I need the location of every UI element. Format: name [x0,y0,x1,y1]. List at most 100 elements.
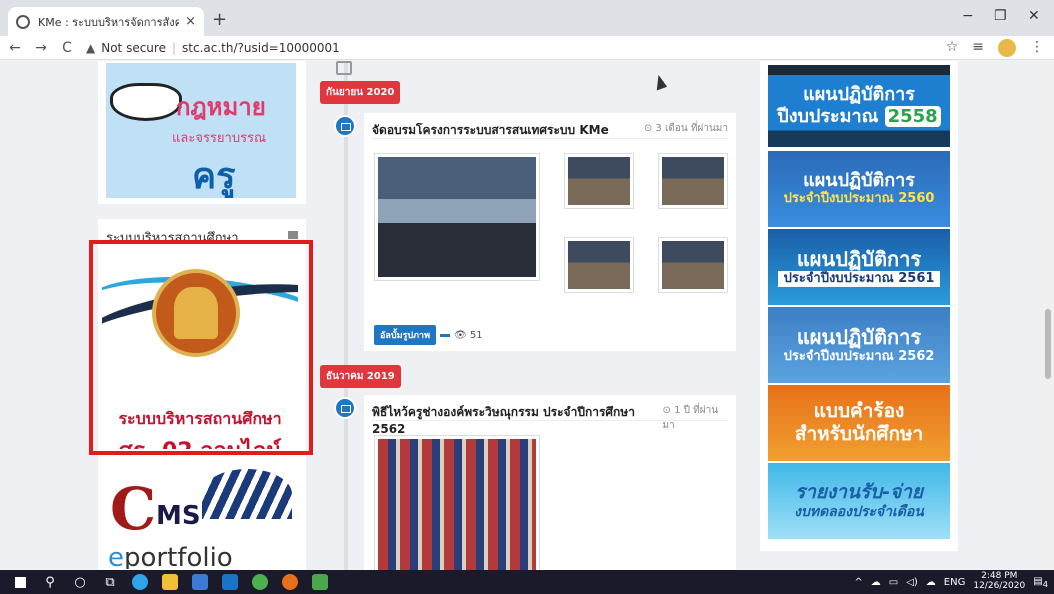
banner-line1: แผนปฏิบัติการ [796,246,922,271]
law-banner-line2: และจรรยาบรรณ [172,131,267,146]
student-request-form-banner[interactable]: แบบคำร้อง สำหรับนักศึกษา [768,385,950,461]
dash-divider [440,333,451,337]
star-icon[interactable]: ☆ [946,39,959,57]
onedrive-icon[interactable]: ☁ [926,577,936,588]
calendar-icon [336,61,352,75]
date-badge: กันยายน 2020 [320,81,401,104]
ems-logo-c: C [110,475,157,543]
toolbar-icons: ☆ ≡ ⋮ [946,39,1044,57]
language-indicator[interactable]: ENG [944,577,966,588]
chrome-icon[interactable] [250,572,270,592]
window-close-button[interactable]: ✕ [1028,8,1040,24]
post-time: ⊙ 3 เดือน ที่ผ่านมา [643,123,728,134]
post-photo[interactable] [374,153,540,281]
notification-count: 4 [1042,578,1048,589]
eportfolio-card: C MS eportfolio [98,463,306,570]
reading-list-icon[interactable]: ≡ [972,39,984,57]
mouse-cursor-icon [651,73,668,91]
edge-icon[interactable] [130,572,150,592]
banner-line2: ประจำปีงบประมาณ 2560 [783,191,935,207]
post-photo[interactable] [658,237,728,293]
banner-line1: แผนปฏิบัติการ [803,83,915,105]
weather-icon[interactable]: ☁ [871,577,881,588]
show-hidden-icons-icon[interactable]: ^ [854,577,862,588]
mail-icon[interactable] [220,572,240,592]
tab-close-button[interactable]: × [185,14,196,29]
action-plan-2558-banner[interactable]: แผนปฏิบัติการ ปีงบประมาณ 2558 [768,65,950,147]
browser-tab-strip: KMe : ระบบบริหารจัดการสังคมฐานค × + − ❐ … [0,0,1054,36]
law-ethics-banner[interactable]: กฎหมาย และจรรยาบรรณ ครู [106,63,296,198]
timeline-line [344,61,348,570]
image-icon [334,115,356,137]
post-photo[interactable] [658,153,728,209]
view-count: 👁 51 [454,329,483,341]
address-separator: | [171,40,177,55]
browser-tab[interactable]: KMe : ระบบบริหารจัดการสังคมฐานค × [8,7,204,36]
post-footer: อัลบั้มรูปภาพ 👁 51 [374,325,483,345]
date-badge: ธันวาคม 2019 [320,365,401,388]
banner-line1: แผนปฏิบัติการ [796,324,922,349]
eportfolio-banner[interactable]: C MS eportfolio [106,469,296,569]
image-icon [334,397,356,419]
reload-icon[interactable]: C [56,40,78,56]
firefox-icon[interactable] [280,572,300,592]
post-photo[interactable] [564,153,634,209]
law-banner-card: กฎหมาย และจรรยาบรรณ ครู [98,61,306,204]
eportfolio-e: e [108,543,124,569]
post-title[interactable]: พิธีไหว้ครูช่างองค์พระวิษณุกรรม ประจำปีก… [372,403,663,436]
volume-icon[interactable]: ◁) [906,577,918,588]
timeline-post: จัดอบรมโครงการระบบสารสนเทศระบบ KMe ⊙ 3 เ… [364,113,736,351]
tab-title: KMe : ระบบบริหารจัดการสังคมฐานค [38,15,180,29]
post-title[interactable]: จัดอบรมโครงการระบบสารสนเทศระบบ KMe [372,121,609,138]
notification-center-icon[interactable]: ▤4 [1033,576,1048,589]
window-restore-button[interactable]: ❐ [994,8,1007,24]
eportfolio-rest: portfolio [124,543,233,569]
globe-icon [16,14,30,29]
window-minimize-button[interactable]: − [962,8,974,24]
law-banner-line1: กฎหมาย [176,93,266,121]
banner-line1: แบบคำร้อง [813,400,905,423]
url-text: stc.ac.th/?usid=10000001 [182,40,340,55]
forward-arrow-icon[interactable]: → [30,40,52,56]
banner-line2-prefix: ปีงบประมาณ [777,106,885,128]
banner-line2: สำหรับนักศึกษา [794,423,924,445]
security-label: Not secure [101,40,166,55]
banner-line1: แผนปฏิบัติการ [803,169,915,191]
file-explorer-icon[interactable] [160,572,180,592]
action-plan-2561-banner[interactable]: แผนปฏิบัติการ ประจำปีงบประมาณ 2561 [768,229,950,305]
back-arrow-icon[interactable]: ← [4,40,26,56]
windows-taskbar: ⚲ ○ ⧉ ^ ☁ ▭ ◁) ☁ ENG 2:48 PM 12/26/2020 ▤… [0,570,1054,594]
album-button[interactable]: อัลบั้มรูปภาพ [374,325,437,345]
clock[interactable]: 2:48 PM 12/26/2020 [973,571,1026,592]
new-tab-button[interactable]: + [212,9,227,30]
store-icon[interactable] [190,572,210,592]
page-viewport: กฎหมาย และจรรยาบรรณ ครู ระบบบริหารสถานศึ… [0,61,1054,570]
ems-logo-ms: MS [156,501,201,531]
cortana-icon[interactable]: ○ [70,572,90,592]
clock-date: 12/26/2020 [973,581,1026,591]
action-plan-2562-banner[interactable]: แผนปฏิบัติการ ประจำปีงบประมาณ 2562 [768,307,950,383]
highlight-box [89,240,313,455]
banner-line2: งบทดลองประจำเดือน [794,504,924,521]
post-photo[interactable] [374,435,540,570]
fan-decoration [202,469,292,519]
windows-start-icon[interactable] [10,572,30,592]
post-photo[interactable] [564,237,634,293]
collapse-icon[interactable] [288,231,298,239]
page-scrollbar[interactable] [1042,61,1054,570]
task-view-icon[interactable]: ⧉ [100,572,120,592]
profile-avatar-icon[interactable] [998,39,1016,57]
income-expense-report-banner[interactable]: รายงานรับ-จ่าย งบทดลองประจำเดือน [768,463,950,539]
calculator-icon[interactable] [310,572,330,592]
search-icon[interactable]: ⚲ [40,572,60,592]
law-banner-line3: ครู [192,156,236,197]
banner-line2: ประจำปีงบประมาณ 2562 [783,348,935,364]
scrollbar-thumb[interactable] [1045,309,1051,379]
action-plan-2560-banner[interactable]: แผนปฏิบัติการ ประจำปีงบประมาณ 2560 [768,151,950,227]
menu-dots-icon[interactable]: ⋮ [1030,39,1044,57]
network-icon[interactable]: ▭ [889,577,898,588]
cartoon-teacher-icon [110,83,182,121]
post-header: พิธีไหว้ครูช่างองค์พระวิษณุกรรม ประจำปีก… [372,403,728,436]
eportfolio-label: eportfolio [108,543,233,569]
address-bar[interactable]: ▲ Not secure | stc.ac.th/?usid=10000001 [86,41,340,55]
